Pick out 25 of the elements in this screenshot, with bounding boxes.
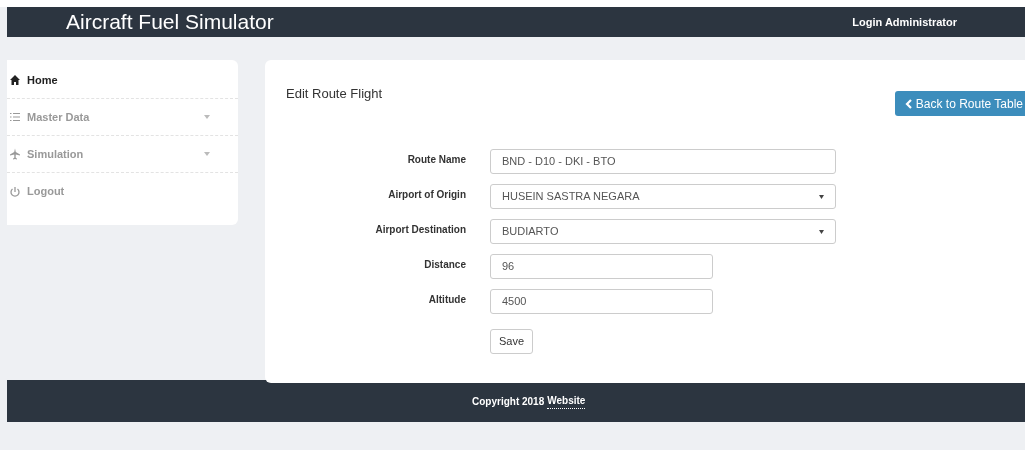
chevron-left-icon <box>904 98 912 109</box>
plane-icon <box>9 148 21 160</box>
input-field[interactable]: 96 <box>490 254 713 279</box>
app-title: Aircraft Fuel Simulator <box>66 9 274 36</box>
page-title: Edit Route Flight <box>286 85 383 103</box>
save-button[interactable]: Save <box>490 328 534 354</box>
power-icon <box>9 185 21 198</box>
select-field[interactable]: HUSEIN SASTRA NEGARA <box>490 184 836 209</box>
website-link[interactable]: Website <box>547 393 586 409</box>
select-field[interactable]: BUDIARTO <box>490 219 836 244</box>
field-label: Airport of Origin <box>387 188 466 202</box>
copyright-text: Copyright 2018 <box>472 394 545 409</box>
back-button[interactable]: Back to Route Table <box>894 91 1025 116</box>
list-icon <box>9 111 21 123</box>
home-icon <box>9 74 21 86</box>
caret-down-icon <box>819 194 824 199</box>
sidebar-item[interactable]: Home <box>7 62 238 99</box>
field-label: Altitude <box>427 293 466 307</box>
field-label: Distance <box>423 258 466 272</box>
field-label: Route Name <box>406 153 466 167</box>
user-label: Login Administrator <box>852 14 957 30</box>
field-label: Airport Destination <box>374 223 466 237</box>
input-field[interactable]: 4500 <box>490 289 713 314</box>
input-field[interactable]: BND - D10 - DKI - BTO <box>490 149 836 174</box>
caret-down-icon <box>819 229 824 234</box>
